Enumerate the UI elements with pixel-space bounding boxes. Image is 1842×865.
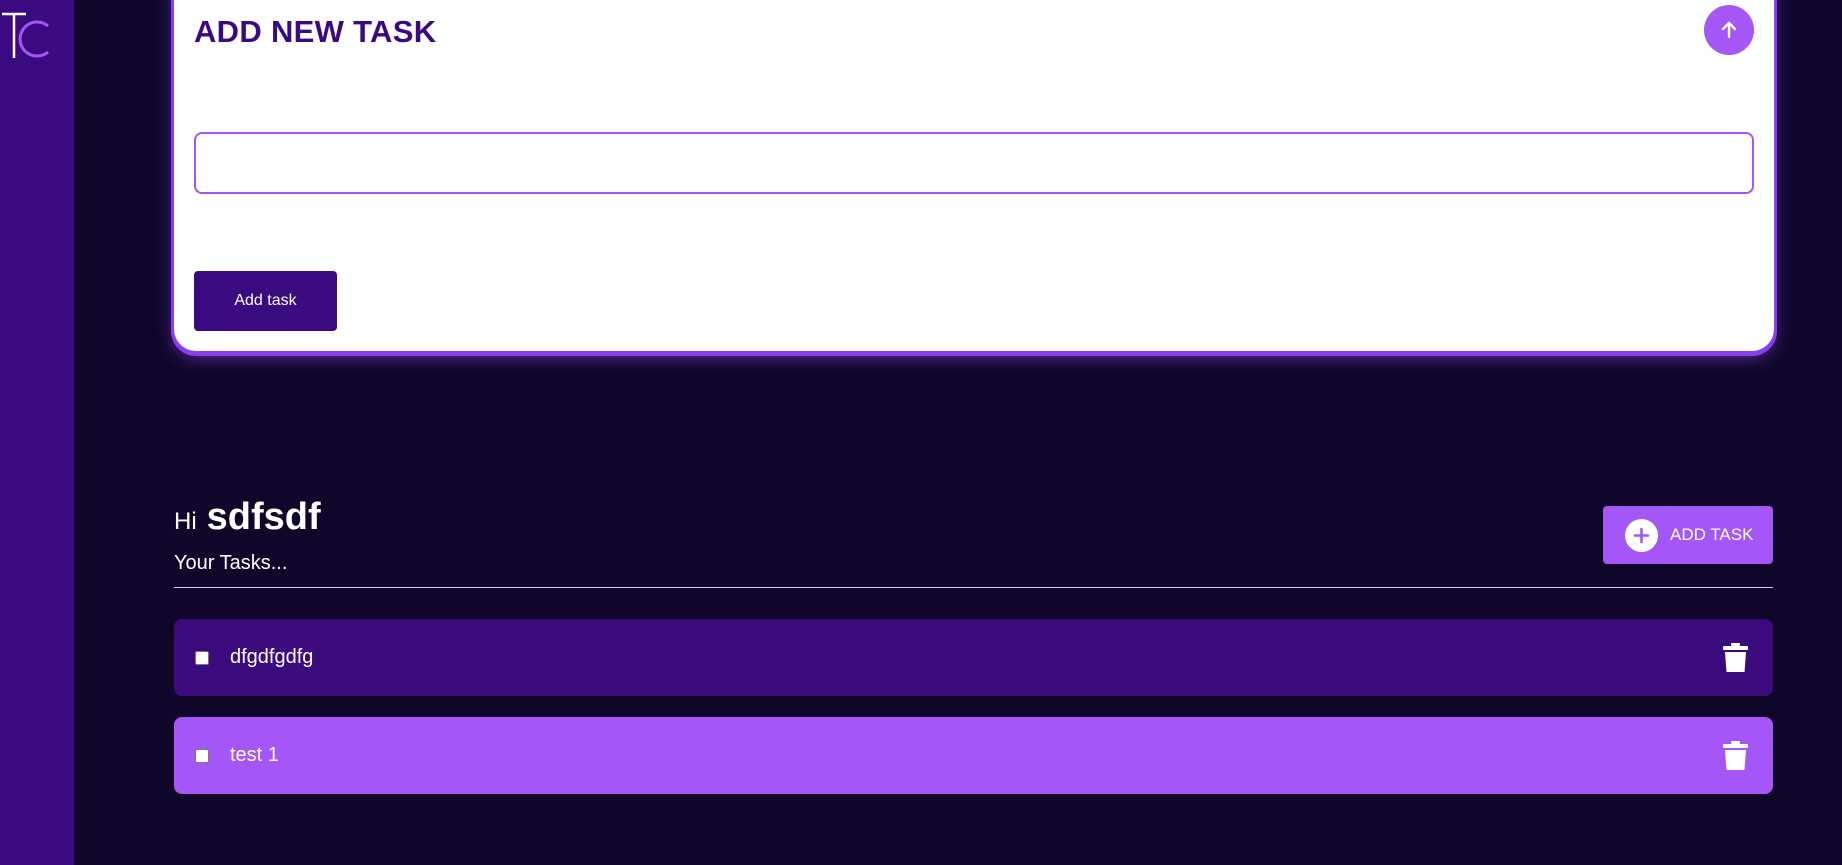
add-task-panel: ADD NEW TASK Add task bbox=[174, 0, 1774, 351]
task-checkbox[interactable] bbox=[195, 748, 209, 763]
panel-title: ADD NEW TASK bbox=[194, 14, 437, 49]
task-title-input[interactable] bbox=[194, 132, 1754, 194]
trash-icon bbox=[1723, 643, 1748, 672]
add-task-button-label: ADD TASK bbox=[1670, 525, 1754, 544]
add-task-button[interactable]: ADD TASK bbox=[1603, 506, 1773, 564]
task-label: test 1 bbox=[230, 744, 279, 766]
arrow-up-icon bbox=[1721, 21, 1737, 39]
sidebar bbox=[0, 0, 74, 865]
greeting-prefix: Hi bbox=[174, 508, 197, 535]
task-item: test 1 bbox=[174, 717, 1773, 794]
collapse-panel-button[interactable] bbox=[1704, 5, 1754, 55]
app-logo[interactable] bbox=[0, 8, 56, 60]
task-item: dfgdfgdfg bbox=[174, 619, 1773, 696]
add-task-submit-button[interactable]: Add task bbox=[194, 271, 337, 331]
trash-icon bbox=[1723, 741, 1748, 770]
plus-circle-icon bbox=[1625, 518, 1658, 552]
tasks-subtitle: Your Tasks... bbox=[174, 552, 288, 574]
logo-tc-icon bbox=[2, 12, 49, 58]
divider bbox=[174, 587, 1773, 588]
username: sdfsdf bbox=[206, 496, 321, 538]
delete-task-button[interactable] bbox=[1722, 643, 1749, 673]
task-checkbox[interactable] bbox=[195, 650, 209, 665]
greeting: Hi sdfsdf bbox=[174, 496, 321, 539]
task-label: dfgdfgdfg bbox=[230, 646, 314, 668]
delete-task-button[interactable] bbox=[1722, 741, 1749, 771]
